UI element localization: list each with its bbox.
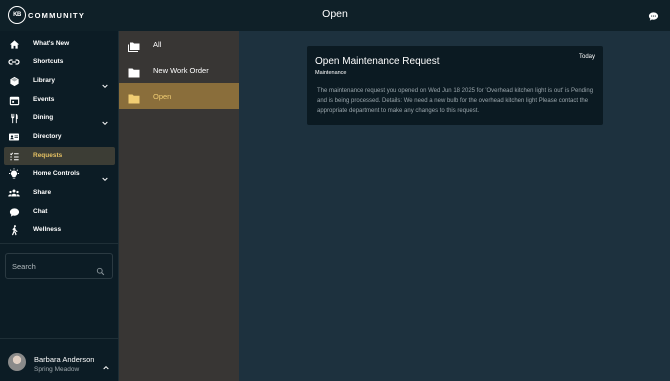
folder-label: New Work Order — [153, 66, 209, 75]
folder-icon — [128, 91, 140, 109]
sidebar-item-share[interactable]: Share — [4, 184, 115, 202]
link-icon — [8, 56, 20, 68]
sidebar-item-label: Chat — [33, 208, 48, 215]
lightbulb-icon — [8, 168, 20, 180]
sidebar-item-events[interactable]: Events — [4, 91, 115, 109]
user-community: Spring Meadow — [34, 366, 80, 373]
sidebar-item-dining[interactable]: Dining — [4, 109, 115, 127]
directory-icon — [8, 131, 20, 143]
request-category: Maintenance — [315, 70, 347, 76]
sidebar: What's New Shortcuts Library Events Dini… — [0, 31, 119, 381]
folder-item-open[interactable]: Open — [119, 83, 239, 109]
sidebar-item-directory[interactable]: Directory — [4, 128, 115, 146]
sidebar-item-label: Wellness — [33, 226, 62, 233]
request-date: Today — [578, 54, 595, 60]
sidebar-item-requests[interactable]: Requests — [4, 147, 115, 165]
home-icon — [8, 38, 20, 50]
main-content: Open Maintenance Request Today Maintenan… — [239, 31, 670, 381]
sidebar-item-label: Shortcuts — [33, 58, 64, 65]
folder-list: All New Work Order Open — [119, 31, 239, 381]
search-icon[interactable] — [96, 263, 105, 281]
chevron-up-icon[interactable] — [102, 359, 110, 377]
page-title: Open — [322, 8, 348, 20]
sidebar-item-library[interactable]: Library — [4, 72, 115, 90]
sidebar-divider — [0, 243, 119, 244]
sidebar-item-home-controls[interactable]: Home Controls — [4, 165, 115, 183]
chat-icon[interactable] — [648, 9, 659, 27]
search-input[interactable] — [12, 262, 92, 271]
sidebar-item-shortcuts[interactable]: Shortcuts — [4, 53, 115, 71]
sidebar-item-label: Home Controls — [33, 170, 80, 177]
sidebar-item-label: Library — [33, 77, 56, 84]
folder-label: All — [153, 40, 162, 49]
sidebar-item-chat[interactable]: Chat — [4, 203, 115, 221]
folder-label: Open — [153, 92, 172, 101]
search-box[interactable] — [5, 253, 113, 279]
walking-icon — [8, 224, 20, 236]
sidebar-item-label: Events — [33, 96, 55, 103]
sidebar-item-wellness[interactable]: Wellness — [4, 221, 115, 239]
sidebar-item-whats-new[interactable]: What's New — [4, 35, 115, 53]
sidebar-item-label: What's New — [33, 40, 70, 47]
sidebar-item-label: Dining — [33, 114, 54, 121]
requests-icon — [8, 150, 20, 162]
people-icon — [8, 187, 20, 199]
top-bar: KB COMMUNITY Open — [0, 0, 670, 31]
user-name: Barbara Anderson — [34, 355, 95, 364]
request-title: Open Maintenance Request — [315, 56, 440, 67]
sidebar-divider — [0, 338, 119, 339]
request-body: The maintenance request you opened on We… — [317, 88, 594, 114]
dining-icon — [8, 112, 20, 124]
request-card[interactable]: Open Maintenance Request Today Maintenan… — [307, 46, 603, 125]
sidebar-item-label: Share — [33, 189, 52, 196]
sidebar-item-label: Requests — [33, 152, 63, 159]
library-icon — [8, 75, 20, 87]
avatar[interactable] — [8, 353, 26, 371]
folders-icon — [128, 39, 140, 57]
folder-icon — [128, 65, 140, 83]
sidebar-item-label: Directory — [33, 133, 62, 140]
folder-item-new-work-order[interactable]: New Work Order — [119, 57, 239, 83]
calendar-icon — [8, 94, 20, 106]
chat-icon — [8, 206, 20, 218]
folder-item-all[interactable]: All — [119, 31, 239, 57]
